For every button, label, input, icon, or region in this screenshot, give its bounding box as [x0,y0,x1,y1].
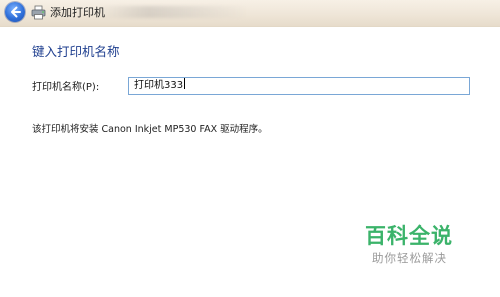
printer-name-input[interactable]: 打印机333 [128,77,470,95]
back-button[interactable] [5,2,25,22]
blurred-title-region [98,6,248,18]
text-caret [184,78,186,89]
arrow-left-icon [11,6,21,18]
driver-info-text: 该打印机将安装 Canon Inkjet MP530 FAX 驱动程序。 [32,124,268,135]
page-heading: 键入打印机名称 [32,44,120,59]
printer-icon [31,5,46,20]
window-title: 添加打印机 [50,6,105,19]
title-bar: 添加打印机 [0,0,500,27]
watermark-subtitle: 助你轻松解决 [372,251,447,265]
printer-name-value: 打印机333 [134,80,184,91]
watermark-title: 百科全说 [365,224,453,248]
printer-name-label: 打印机名称(P): [32,82,100,93]
